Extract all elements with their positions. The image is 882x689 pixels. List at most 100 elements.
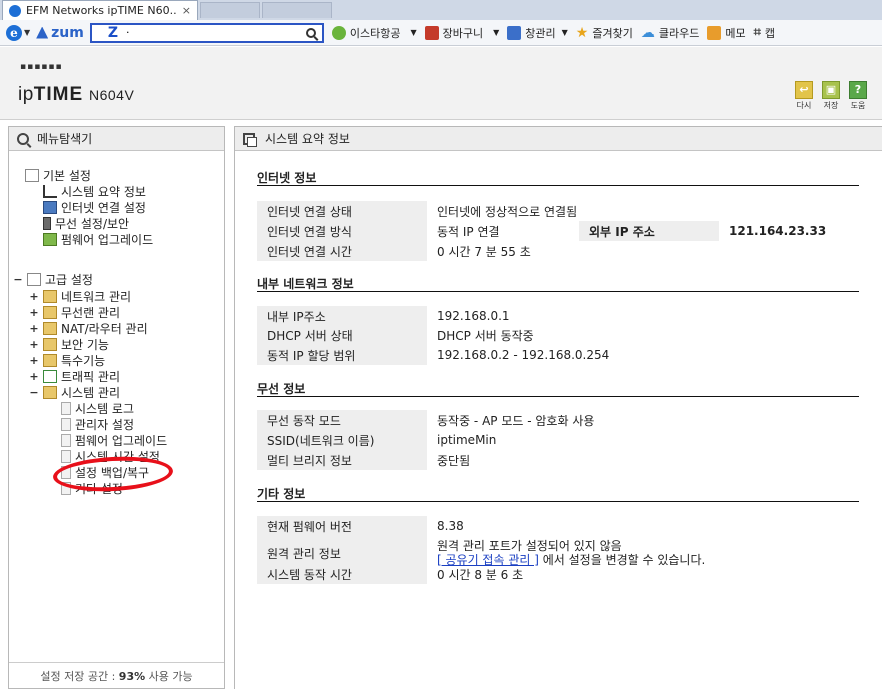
info-value: 동적 IP 연결 <box>437 224 500 239</box>
help-button[interactable]: ? 도움 <box>848 81 868 111</box>
menu-explorer-header: 메뉴탐색기 <box>9 127 224 151</box>
cart-icon <box>424 25 439 40</box>
tree-label: 시스템 요약 정보 <box>61 184 146 199</box>
info-row: 내부 IP주소 192.168.0.1 <box>257 306 859 326</box>
search-engine-icon: Z <box>107 24 119 41</box>
tree-item-firmware[interactable]: 펌웨어 업그레이드 <box>61 432 167 448</box>
router-header: ▪▪▪▪▪▪ ipTIME N604V ↩ 다시 ▣ 저장 ? 도움 <box>0 47 882 120</box>
toolbar-item-window[interactable]: 창관리 ▼ <box>507 25 568 41</box>
section-title-etc: 기타 정보 <box>257 487 306 501</box>
zum-logo[interactable]: zum <box>36 25 84 41</box>
toolbar-item-eastar[interactable]: 이스타항공 ▼ <box>331 25 417 41</box>
tree-item-internet-setup[interactable]: 인터넷 연결 설정 <box>43 199 146 215</box>
section-divider <box>257 185 859 186</box>
page-title: 시스템 요약 정보 <box>265 132 350 146</box>
zum-logo-text: zum <box>51 24 84 41</box>
tree-item-system-summary[interactable]: 시스템 요약 정보 <box>43 183 146 199</box>
tree-label: 무선랜 관리 <box>61 305 121 320</box>
summary-icon <box>243 132 257 147</box>
collapse-icon[interactable]: − <box>13 273 23 286</box>
expand-icon[interactable]: + <box>29 322 39 335</box>
toolbar-item-memo[interactable]: 메모 <box>707 25 746 41</box>
search-icon <box>17 132 29 145</box>
info-label: 시스템 동작 시간 <box>257 564 427 584</box>
chevron-down-icon[interactable]: ▼ <box>24 28 30 37</box>
chevron-down-icon[interactable]: ▼ <box>562 28 568 37</box>
info-row: 인터넷 연결 방식 동적 IP 연결 외부 IP 주소 121.164.23.3… <box>257 221 859 241</box>
brand-strong: TIME <box>33 84 84 105</box>
tree-basic-settings[interactable]: 기본 설정 <box>25 167 91 183</box>
chevron-down-icon[interactable]: ▼ <box>410 28 416 37</box>
tree-item-admin[interactable]: 관리자 설정 <box>61 416 134 432</box>
search-box[interactable]: Z <box>89 22 324 43</box>
browser-tab-inactive[interactable] <box>262 2 332 18</box>
reload-button[interactable]: ↩ 다시 <box>794 81 814 111</box>
back-icon: ↩ <box>795 81 813 99</box>
ie-tab-icon <box>9 4 21 17</box>
toolbar-item-label: 이스타항공 <box>349 26 401 40</box>
tree-label: 관리자 설정 <box>75 417 135 432</box>
tree-item-wireless-setup[interactable]: 무선 설정/보안 <box>43 215 129 231</box>
browser-tab-active[interactable]: EFM Networks ipTIME N60... × <box>2 0 198 20</box>
cloud-icon: ☁ <box>640 24 655 41</box>
toolbar-item-cloud[interactable]: ☁ 클라우드 <box>641 25 699 41</box>
tree-label: 시스템 로그 <box>75 401 135 416</box>
section-title-wireless: 무선 정보 <box>257 382 306 396</box>
tree-advanced-settings[interactable]: − 고급 설정 <box>13 271 93 287</box>
expand-icon[interactable]: + <box>29 306 39 319</box>
search-icon[interactable] <box>305 27 316 38</box>
tree-item-firmware-upgrade[interactable]: 펌웨어 업그레이드 <box>43 231 153 247</box>
info-value: DHCP 서버 동작중 <box>437 328 534 343</box>
info-value: 동작중 - AP 모드 - 암호화 사용 <box>437 413 595 428</box>
document-icon <box>61 401 71 415</box>
remote-status: 원격 관리 포트가 설정되어 있지 않음 <box>437 539 622 553</box>
tree-item-traffic[interactable]: + 트래픽 관리 <box>29 368 120 384</box>
expand-icon[interactable]: + <box>29 354 39 367</box>
save-icon: ▣ <box>822 81 840 99</box>
tree-item-network[interactable]: + 네트워크 관리 <box>29 288 131 304</box>
tree-item-system-log[interactable]: 시스템 로그 <box>61 400 134 416</box>
tree-label: 펌웨어 업그레이드 <box>61 232 154 247</box>
toolbar-item-favorites[interactable]: ★ 즐겨찾기 <box>576 25 633 41</box>
upgrade-icon <box>43 232 57 246</box>
tab-close-icon[interactable]: × <box>182 4 191 17</box>
section-divider <box>257 501 859 502</box>
tree-item-security[interactable]: + 보안 기능 <box>29 336 109 352</box>
info-row: 인터넷 연결 상태 인터넷에 정상적으로 연결됨 <box>257 201 859 221</box>
expand-icon[interactable]: + <box>29 338 39 351</box>
expand-icon[interactable]: + <box>29 370 39 383</box>
lock-folder-icon <box>43 337 57 351</box>
browser-toolbar: e ▼ zum Z 이스타항공 ▼ 장바구니 ▼ 창관리 ▼ ★ 즐겨찾기 ☁ … <box>0 20 882 46</box>
folder-icon <box>43 353 57 367</box>
section-divider <box>257 396 859 397</box>
save-button[interactable]: ▣ 저장 <box>821 81 841 111</box>
search-input[interactable] <box>126 26 306 39</box>
tree-label: 보안 기능 <box>61 337 109 352</box>
info-label: 무선 동작 모드 <box>257 410 427 430</box>
collapse-icon[interactable]: − <box>29 386 39 399</box>
summary-header: 시스템 요약 정보 <box>235 127 882 151</box>
info-value: 인터넷에 정상적으로 연결됨 <box>437 204 578 219</box>
tree-item-system[interactable]: − 시스템 관리 <box>29 384 120 400</box>
chevron-down-icon[interactable]: ▼ <box>493 28 499 37</box>
ie-logo-icon[interactable]: e <box>6 24 22 41</box>
memo-icon <box>707 25 722 40</box>
tree-item-nat[interactable]: + NAT/라우터 관리 <box>29 320 148 336</box>
external-ip-label: 외부 IP 주소 <box>579 221 719 241</box>
expand-icon[interactable]: + <box>29 290 39 303</box>
tree-label: 고급 설정 <box>45 272 93 287</box>
section-title-lan: 내부 네트워크 정보 <box>257 277 354 291</box>
toolbar-item-capture[interactable]: ⌗ 캡 <box>754 25 775 41</box>
toolbar-item-cart[interactable]: 장바구니 ▼ <box>424 25 499 41</box>
menu-explorer: 메뉴탐색기 기본 설정 시스템 요약 정보 인터넷 연결 설정 무선 설정/보안… <box>8 126 225 689</box>
menu-explorer-title: 메뉴탐색기 <box>37 132 93 146</box>
tree-item-wlan[interactable]: + 무선랜 관리 <box>29 304 120 320</box>
browser-tab-inactive[interactable] <box>200 2 260 18</box>
info-row: DHCP 서버 상태 DHCP 서버 동작중 <box>257 325 859 345</box>
info-label: SSID(네트워크 이름) <box>257 430 427 450</box>
tree-item-special[interactable]: + 특수기능 <box>29 352 105 368</box>
document-icon <box>61 449 71 463</box>
info-label: 인터넷 연결 방식 <box>257 221 427 241</box>
storage-percent: 93% <box>118 670 146 683</box>
info-row: 무선 동작 모드 동작중 - AP 모드 - 암호화 사용 <box>257 410 859 430</box>
